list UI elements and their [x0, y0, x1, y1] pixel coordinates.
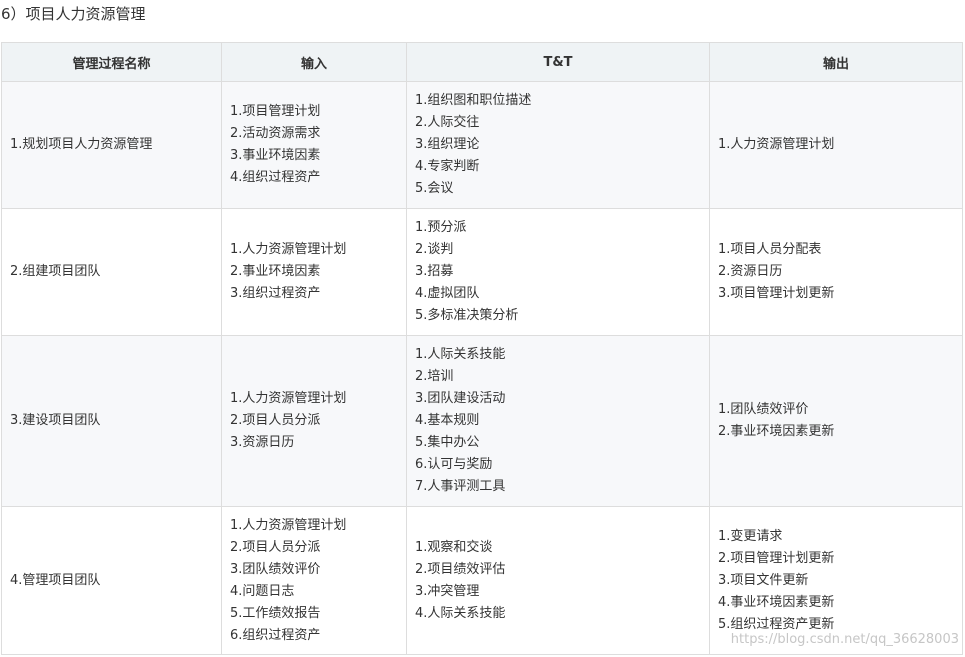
tool-item: 4.专家判断	[415, 159, 480, 174]
inputs-cell: 1.项目管理计划 2.活动资源需求 3.事业环境因素 4.组织过程资产	[221, 81, 407, 209]
tool-item: 2.培训	[415, 369, 454, 384]
process-name-cell: 3.建设项目团队	[1, 335, 222, 507]
tool-item: 1.观察和交谈	[415, 539, 493, 555]
table-header-row: 管理过程名称 输入 T&T 输出	[1, 42, 963, 82]
header-process-name: 管理过程名称	[1, 42, 222, 82]
inputs-list: 1.人力资源管理计划 2.项目人员分派 3.资源日历	[230, 388, 406, 454]
input-item: 6.组织过程资产	[230, 627, 321, 643]
process-name-cell: 1.规划项目人力资源管理	[1, 81, 222, 209]
input-item: 2.活动资源需求	[230, 126, 321, 141]
output-item: 1.项目人员分配表	[718, 242, 822, 257]
outputs-cell: 1.团队绩效评价 2.事业环境因素更新	[709, 335, 963, 507]
tools-cell: 1.观察和交谈 2.项目绩效评估 3.冲突管理 4.人际关系技能	[406, 506, 710, 655]
input-item: 3.资源日历	[230, 435, 295, 450]
output-item: 1.团队绩效评价	[718, 402, 809, 417]
tool-item: 4.基本规则	[415, 413, 480, 428]
input-item: 1.人力资源管理计划	[230, 517, 347, 533]
input-item: 5.工作绩效报告	[230, 605, 321, 621]
input-item: 1.人力资源管理计划	[230, 391, 347, 406]
input-item: 4.问题日志	[230, 583, 295, 599]
tools-list: 1.人际关系技能 2.培训 3.团队建设活动 4.基本规则 5.集中办公 6.认可与奖励 7…	[415, 344, 709, 498]
output-item: 3.项目文件更新	[718, 572, 809, 588]
table-row: 2.组建项目团队 1.人力资源管理计划 2.事业环境因素 3.组织过程资产 1.预分派 2…	[1, 208, 963, 336]
input-item: 1.人力资源管理计划	[230, 242, 347, 257]
tool-item: 7.人事评测工具	[415, 479, 506, 494]
input-item: 3.团队绩效评价	[230, 561, 321, 577]
outputs-cell: 1.人力资源管理计划	[709, 81, 963, 209]
output-item: 3.项目管理计划更新	[718, 286, 835, 301]
header-outputs: 输出	[709, 42, 963, 82]
output-item: 5.组织过程资产更新	[718, 616, 835, 632]
input-item: 4.组织过程资产	[230, 170, 321, 185]
process-name-cell: 4.管理项目团队	[1, 506, 222, 655]
tools-cell: 1.组织图和职位描述 2.人际交往 3.组织理论 4.专家判断 5.会议	[406, 81, 710, 209]
outputs-list: 1.团队绩效评价 2.事业环境因素更新	[718, 399, 962, 443]
tool-item: 2.谈判	[415, 242, 454, 257]
tools-list: 1.观察和交谈 2.项目绩效评估 3.冲突管理 4.人际关系技能	[415, 537, 709, 625]
tool-item: 5.多标准决策分析	[415, 308, 519, 323]
tools-cell: 1.预分派 2.谈判 3.招募 4.虚拟团队 5.多标准决策分析	[406, 208, 710, 336]
output-item: 2.事业环境因素更新	[718, 424, 835, 439]
tool-item: 3.冲突管理	[415, 583, 480, 599]
tool-item: 4.人际关系技能	[415, 605, 506, 621]
outputs-cell: 1.变更请求 2.项目管理计划更新 3.项目文件更新 4.事业环境因素更新 5.组织过程…	[709, 506, 963, 655]
header-inputs: 输入	[221, 42, 407, 82]
output-item: 4.事业环境因素更新	[718, 594, 835, 610]
output-item: 1.变更请求	[718, 528, 783, 544]
table-body: 1.规划项目人力资源管理 1.项目管理计划 2.活动资源需求 3.事业环境因素 4.组织…	[1, 81, 963, 655]
table-row: 4.管理项目团队 1.人力资源管理计划 2.项目人员分派 3.团队绩效评价 4.问题日志…	[1, 506, 963, 655]
input-item: 2.项目人员分派	[230, 413, 321, 428]
tool-item: 3.团队建设活动	[415, 391, 506, 406]
inputs-list: 1.人力资源管理计划 2.事业环境因素 3.组织过程资产	[230, 239, 406, 305]
header-tools-techniques: T&T	[406, 42, 710, 82]
input-item: 2.项目人员分派	[230, 539, 321, 555]
tool-item: 4.虚拟团队	[415, 286, 480, 301]
outputs-cell: 1.项目人员分配表 2.资源日历 3.项目管理计划更新	[709, 208, 963, 336]
section-title: 6）项目人力资源管理	[1, 5, 146, 23]
tools-list: 1.组织图和职位描述 2.人际交往 3.组织理论 4.专家判断 5.会议	[415, 90, 709, 200]
tool-item: 3.招募	[415, 264, 454, 279]
tool-item: 1.组织图和职位描述	[415, 93, 532, 108]
output-item: 1.人力资源管理计划	[718, 137, 835, 152]
outputs-list: 1.项目人员分配表 2.资源日历 3.项目管理计划更新	[718, 239, 962, 305]
tool-item: 5.会议	[415, 181, 454, 196]
tool-item: 5.集中办公	[415, 435, 480, 450]
input-item: 2.事业环境因素	[230, 264, 321, 279]
output-item: 2.项目管理计划更新	[718, 550, 835, 566]
table-row: 3.建设项目团队 1.人力资源管理计划 2.项目人员分派 3.资源日历 1.人际关系技能…	[1, 335, 963, 507]
process-name-cell: 2.组建项目团队	[1, 208, 222, 336]
process-table: 管理过程名称 输入 T&T 输出 1.规划项目人力资源管理 1.项目管理计划 2.活…	[1, 42, 963, 655]
tools-cell: 1.人际关系技能 2.培训 3.团队建设活动 4.基本规则 5.集中办公 6.认可与奖励 7…	[406, 335, 710, 507]
inputs-list: 1.项目管理计划 2.活动资源需求 3.事业环境因素 4.组织过程资产	[230, 101, 406, 189]
tool-item: 1.预分派	[415, 220, 467, 235]
tool-item: 3.组织理论	[415, 137, 480, 152]
inputs-list: 1.人力资源管理计划 2.项目人员分派 3.团队绩效评价 4.问题日志 5.工作绩效报告…	[230, 515, 406, 647]
tool-item: 6.认可与奖励	[415, 457, 493, 472]
inputs-cell: 1.人力资源管理计划 2.项目人员分派 3.团队绩效评价 4.问题日志 5.工作绩效报告…	[221, 506, 407, 655]
output-item: 2.资源日历	[718, 264, 783, 279]
inputs-cell: 1.人力资源管理计划 2.项目人员分派 3.资源日历	[221, 335, 407, 507]
input-item: 3.事业环境因素	[230, 148, 321, 163]
table-row: 1.规划项目人力资源管理 1.项目管理计划 2.活动资源需求 3.事业环境因素 4.组织…	[1, 81, 963, 209]
tool-item: 2.人际交往	[415, 115, 480, 130]
input-item: 3.组织过程资产	[230, 286, 321, 301]
input-item: 1.项目管理计划	[230, 104, 321, 119]
tool-item: 2.项目绩效评估	[415, 561, 506, 577]
inputs-cell: 1.人力资源管理计划 2.事业环境因素 3.组织过程资产	[221, 208, 407, 336]
outputs-list: 1.人力资源管理计划	[718, 134, 962, 156]
tools-list: 1.预分派 2.谈判 3.招募 4.虚拟团队 5.多标准决策分析	[415, 217, 709, 327]
tool-item: 1.人际关系技能	[415, 347, 506, 362]
outputs-list: 1.变更请求 2.项目管理计划更新 3.项目文件更新 4.事业环境因素更新 5.组织过程…	[718, 526, 962, 636]
